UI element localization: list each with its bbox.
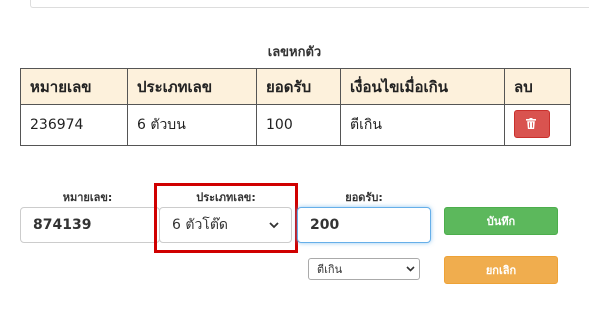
column-header-amount: ยอดรับ xyxy=(256,68,341,105)
column-header-delete: ลบ xyxy=(504,68,571,105)
amount-label: ยอดรับ: xyxy=(345,191,383,204)
condition-select-value: ตีเกิน xyxy=(317,263,343,276)
top-divider xyxy=(30,0,589,8)
amount-input[interactable]: 200 xyxy=(297,207,431,243)
condition-select[interactable]: ตีเกิน xyxy=(308,258,420,280)
number-input[interactable]: 874139 xyxy=(20,207,160,243)
type-label: ประเภทเลข: xyxy=(196,191,256,204)
table-title: เลขหกตัว xyxy=(267,45,322,60)
column-header-type: ประเภทเลข xyxy=(127,68,257,105)
column-header-condition: เงื่อนไขเมื่อเกิน xyxy=(340,68,505,105)
cell-delete xyxy=(504,104,571,146)
number-label: หมายเลข: xyxy=(62,191,113,204)
number-input-value: 874139 xyxy=(33,217,92,233)
save-button[interactable]: บันทึก xyxy=(444,207,558,235)
cell-condition: ตีเกิน xyxy=(340,104,505,146)
table-header-row: หมายเลข ประเภทเลข ยอดรับ เงื่อนไขเมื่อเก… xyxy=(20,68,571,105)
column-header-number: หมายเลข xyxy=(20,68,128,105)
number-rules-table: หมายเลข ประเภทเลข ยอดรับ เงื่อนไขเมื่อเก… xyxy=(20,68,571,146)
chevron-down-icon xyxy=(269,221,279,228)
trash-icon xyxy=(526,118,536,129)
amount-input-value: 200 xyxy=(310,217,340,233)
type-select[interactable]: 6 ตัวโต๊ด xyxy=(159,207,292,243)
type-select-value: 6 ตัวโต๊ด xyxy=(172,217,229,233)
cell-amount: 100 xyxy=(256,104,341,146)
save-button-label: บันทึก xyxy=(486,215,516,228)
cell-number: 236974 xyxy=(20,104,128,146)
cancel-button-label: ยกเลิก xyxy=(485,264,517,277)
delete-row-button[interactable] xyxy=(514,110,550,138)
cancel-button[interactable]: ยกเลิก xyxy=(444,256,558,284)
page: เลขหกตัว หมายเลข ประเภทเลข ยอดรับ เงื่อน… xyxy=(0,0,589,329)
chevron-down-icon xyxy=(406,266,415,272)
table-row: 236974 6 ตัวบน 100 ตีเกิน xyxy=(20,104,571,146)
cell-type: 6 ตัวบน xyxy=(127,104,257,146)
